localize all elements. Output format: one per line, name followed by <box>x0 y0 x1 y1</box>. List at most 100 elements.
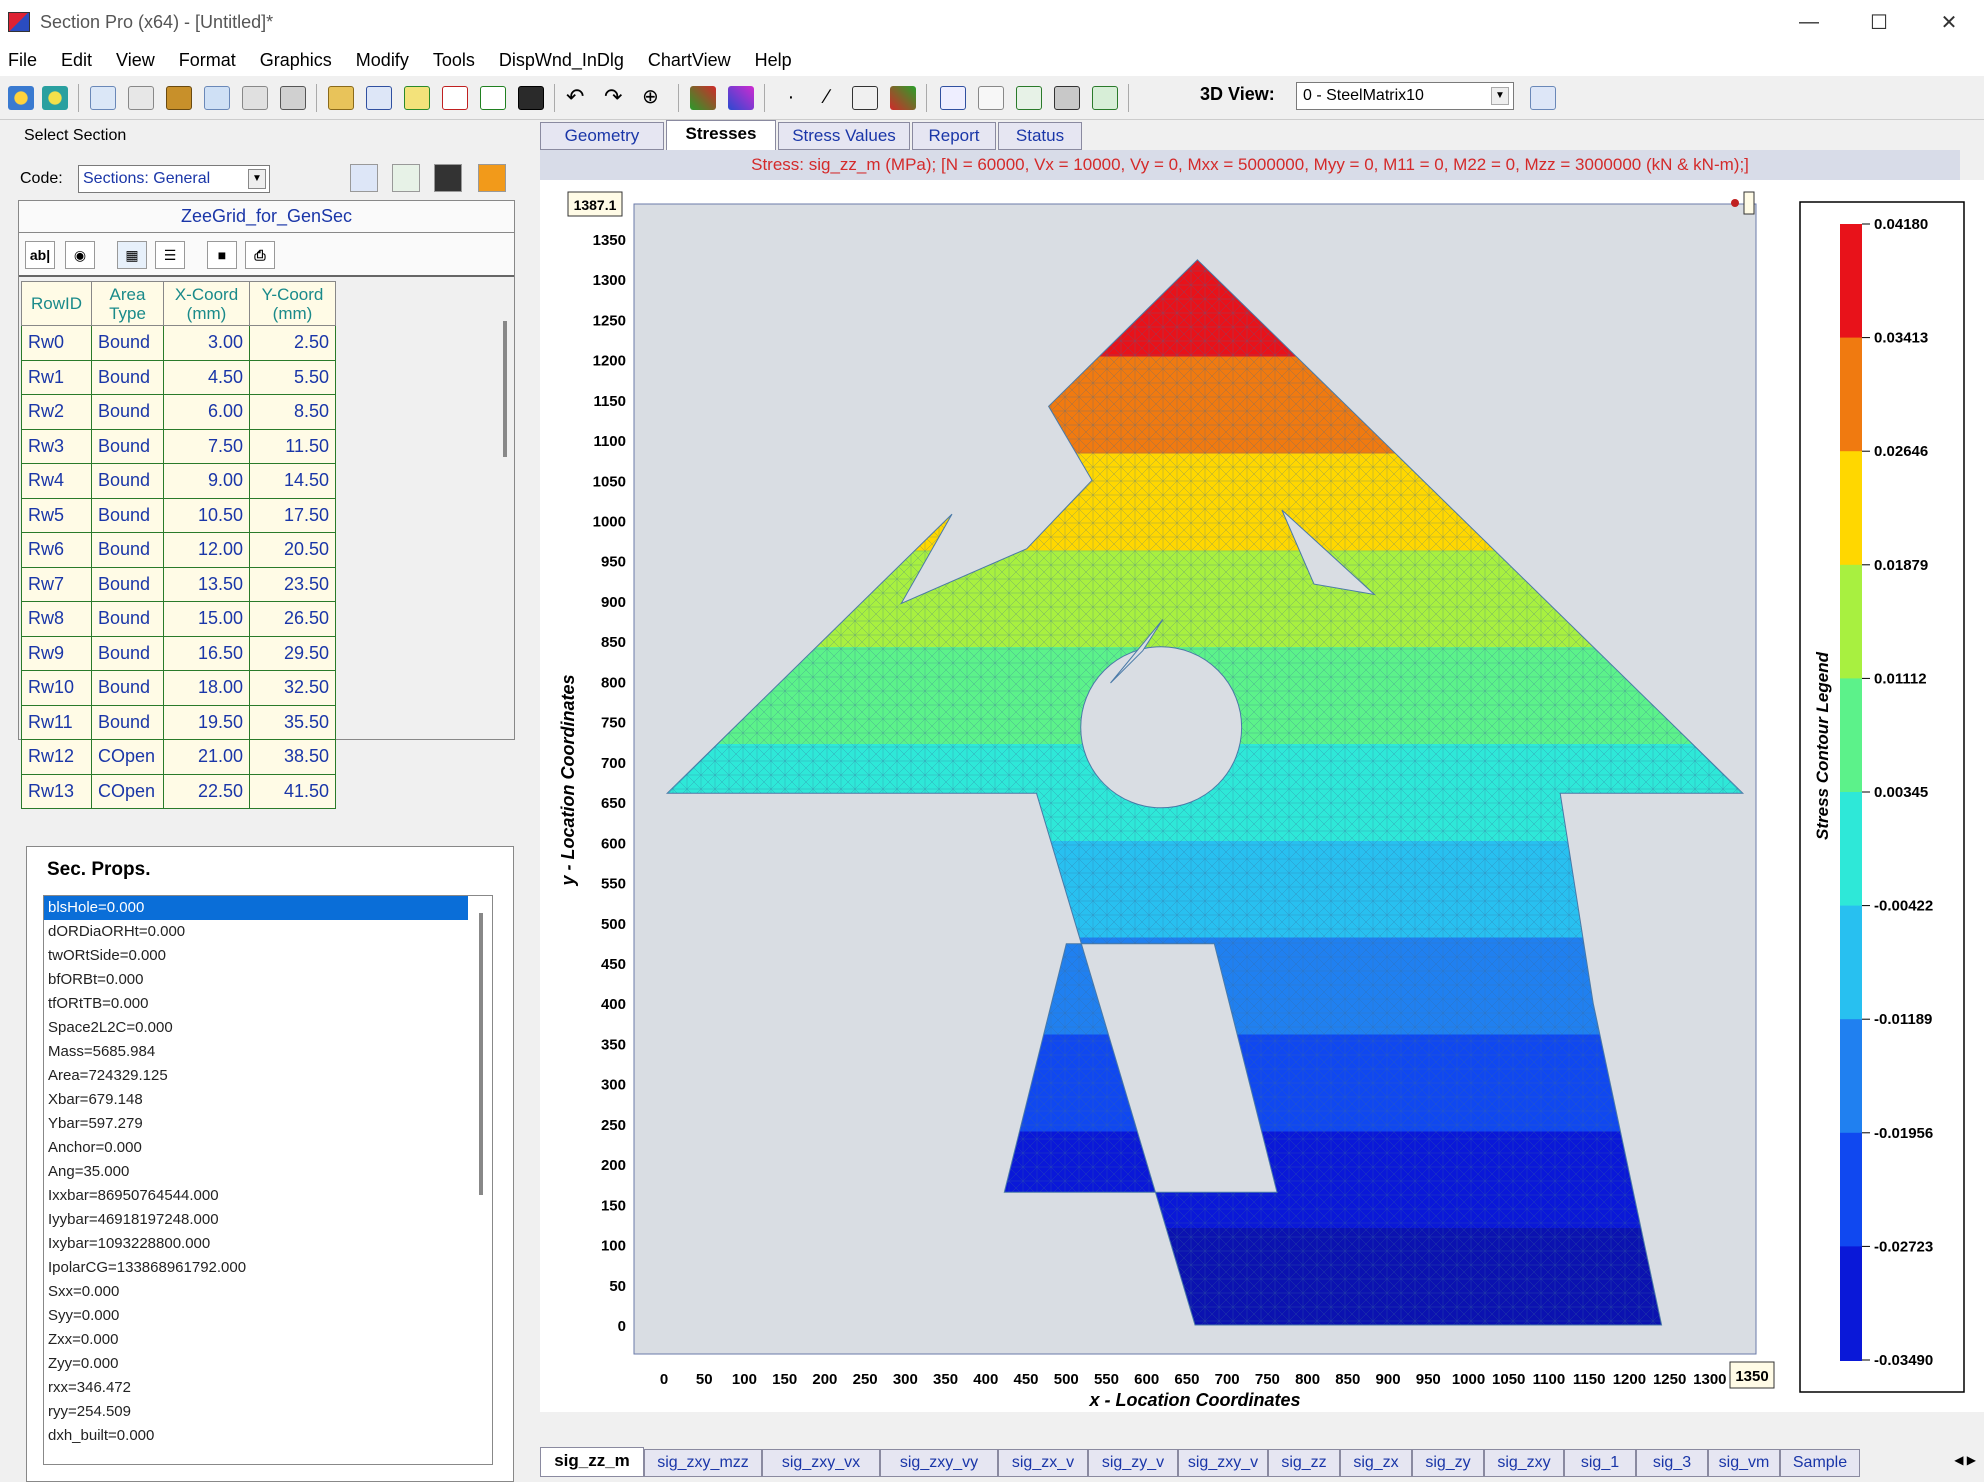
open-section-icon[interactable] <box>8 86 34 110</box>
list-item[interactable]: bfORBt=0.000 <box>44 968 492 992</box>
tab-stress-values[interactable]: Stress Values <box>778 122 910 150</box>
row-id-cell[interactable]: Rw0 <box>21 325 92 361</box>
binoculars-icon[interactable]: ◉ <box>65 241 95 269</box>
x-coord-cell[interactable]: 13.50 <box>163 566 250 602</box>
polygon-icon[interactable] <box>852 86 878 110</box>
save-section-icon[interactable] <box>42 86 68 110</box>
tab-sig-zxy[interactable]: sig_zxy <box>1484 1449 1564 1477</box>
area-type-cell[interactable]: Bound <box>91 394 164 430</box>
x-coord-cell[interactable]: 16.50 <box>163 635 250 671</box>
x-coord-cell[interactable]: 3.00 <box>163 325 250 361</box>
x-coord-cell[interactable]: 6.00 <box>163 394 250 430</box>
row-id-cell[interactable]: Rw13 <box>21 773 92 809</box>
im-icon[interactable] <box>404 86 430 110</box>
grid-scrollbar[interactable] <box>503 321 507 457</box>
list-item[interactable]: Zyy=0.000 <box>44 1352 492 1376</box>
list-item[interactable]: Ixybar=1093228800.000 <box>44 1232 492 1256</box>
point-icon[interactable]: · <box>778 86 804 110</box>
undo-icon[interactable]: ↶ <box>566 86 592 110</box>
x-coord-cell[interactable]: 4.50 <box>163 359 250 395</box>
excel-icon[interactable] <box>480 86 506 110</box>
list-item[interactable]: IpolarCG=133868961792.000 <box>44 1256 492 1280</box>
row-id-cell[interactable]: Rw8 <box>21 601 92 637</box>
table-row[interactable]: Rw11 Bound 19.50 35.50 <box>21 704 336 740</box>
tab-sig-zy-v[interactable]: sig_zy_v <box>1088 1449 1178 1477</box>
redo-icon[interactable]: ↷ <box>604 86 630 110</box>
tab-sig-zxy-mzz[interactable]: sig_zxy_mzz <box>644 1449 762 1477</box>
axes-icon[interactable] <box>940 86 966 110</box>
area-type-cell[interactable]: COpen <box>91 773 164 809</box>
list-icon[interactable] <box>978 86 1004 110</box>
disk-icon[interactable] <box>1054 86 1080 110</box>
menu-view[interactable]: View <box>116 50 155 71</box>
view-settings-icon[interactable] <box>1530 86 1556 110</box>
row-id-cell[interactable]: Rw3 <box>21 428 92 464</box>
fill-icon[interactable] <box>890 86 916 110</box>
section-settings-icon[interactable] <box>350 164 378 192</box>
table-row[interactable]: Rw5 Bound 10.50 17.50 <box>21 497 336 533</box>
stress-contour-svg[interactable]: 0501001502002503003504004505005506006507… <box>540 180 1984 1412</box>
list-item[interactable]: Anchor=0.000 <box>44 1136 492 1160</box>
area-type-cell[interactable]: Bound <box>91 635 164 671</box>
row-id-cell[interactable]: Rw10 <box>21 670 92 706</box>
list-item[interactable]: Area=724329.125 <box>44 1064 492 1088</box>
area-type-cell[interactable]: Bound <box>91 566 164 602</box>
y-coord-cell[interactable]: 5.50 <box>249 359 336 395</box>
area-type-cell[interactable]: Bound <box>91 497 164 533</box>
tab-sig-zxy-vx[interactable]: sig_zxy_vx <box>762 1449 880 1477</box>
list-item[interactable]: Ang=35.000 <box>44 1160 492 1184</box>
tab-sig-zxy-vy[interactable]: sig_zxy_vy <box>880 1449 998 1477</box>
table-row[interactable]: Rw7 Bound 13.50 23.50 <box>21 566 336 602</box>
table-row[interactable]: Rw0 Bound 3.00 2.50 <box>21 325 336 361</box>
data-view-icon[interactable] <box>366 86 392 110</box>
table-icon[interactable] <box>128 86 154 110</box>
list-item[interactable]: tfORtTB=0.000 <box>44 992 492 1016</box>
menu-format[interactable]: Format <box>179 50 236 71</box>
list-item[interactable]: Ybar=597.279 <box>44 1112 492 1136</box>
table-row[interactable]: Rw13 COpen 22.50 41.50 <box>21 773 336 809</box>
table-row[interactable]: Rw3 Bound 7.50 11.50 <box>21 428 336 464</box>
y-coord-cell[interactable]: 20.50 <box>249 532 336 568</box>
y-coord-cell[interactable]: 35.50 <box>249 704 336 740</box>
y-coord-cell[interactable]: 41.50 <box>249 773 336 809</box>
table-row[interactable]: Rw9 Bound 16.50 29.50 <box>21 635 336 671</box>
x-coord-cell[interactable]: 9.00 <box>163 463 250 499</box>
row-id-cell[interactable]: Rw1 <box>21 359 92 395</box>
row-id-cell[interactable]: Rw5 <box>21 497 92 533</box>
tab-scroll-arrows[interactable]: ◀ ▶ <box>1954 1453 1976 1467</box>
y-coord-cell[interactable]: 32.50 <box>249 670 336 706</box>
minimize-button[interactable]: — <box>1774 0 1844 44</box>
list-item[interactable]: Space2L2C=0.000 <box>44 1016 492 1040</box>
image-icon[interactable] <box>280 86 306 110</box>
tab-sig-zxy-v[interactable]: sig_zxy_v <box>1178 1449 1268 1477</box>
menu-chartview[interactable]: ChartView <box>648 50 731 71</box>
area-type-cell[interactable]: COpen <box>91 739 164 775</box>
y-coord-cell[interactable]: 11.50 <box>249 428 336 464</box>
x-coord-cell[interactable]: 21.00 <box>163 739 250 775</box>
menu-help[interactable]: Help <box>755 50 792 71</box>
line-icon[interactable]: ∕ <box>814 86 840 110</box>
tab-sig-3[interactable]: sig_3 <box>1636 1449 1708 1477</box>
list-item[interactable]: ryy=254.509 <box>44 1400 492 1424</box>
grid-save-icon[interactable]: ■ <box>207 241 237 269</box>
y-coord-cell[interactable]: 17.50 <box>249 497 336 533</box>
tab-Sample[interactable]: Sample <box>1780 1449 1860 1477</box>
text-edit-button[interactable]: ab| <box>25 241 55 269</box>
row-id-cell[interactable]: Rw7 <box>21 566 92 602</box>
x-coord-cell[interactable]: 7.50 <box>163 428 250 464</box>
y-coord-cell[interactable]: 2.50 <box>249 325 336 361</box>
chevron-down-icon[interactable]: ▼ <box>248 169 266 189</box>
grid-print-icon[interactable]: ⎙ <box>245 241 275 269</box>
menu-file[interactable]: File <box>8 50 37 71</box>
list-item[interactable]: dORDiaORHt=0.000 <box>44 920 492 944</box>
table-row[interactable]: Rw6 Bound 12.00 20.50 <box>21 532 336 568</box>
col-header-ycoord[interactable]: Y-Coord (mm) <box>249 281 336 326</box>
close-button[interactable]: ✕ <box>1914 0 1984 44</box>
x-coord-cell[interactable]: 12.00 <box>163 532 250 568</box>
x-coord-cell[interactable]: 22.50 <box>163 773 250 809</box>
save-icon[interactable] <box>518 86 544 110</box>
area-type-cell[interactable]: Bound <box>91 463 164 499</box>
columns-icon[interactable]: ▦ <box>117 241 147 269</box>
area-type-cell[interactable]: Bound <box>91 359 164 395</box>
tab-geometry[interactable]: Geometry <box>540 122 664 150</box>
